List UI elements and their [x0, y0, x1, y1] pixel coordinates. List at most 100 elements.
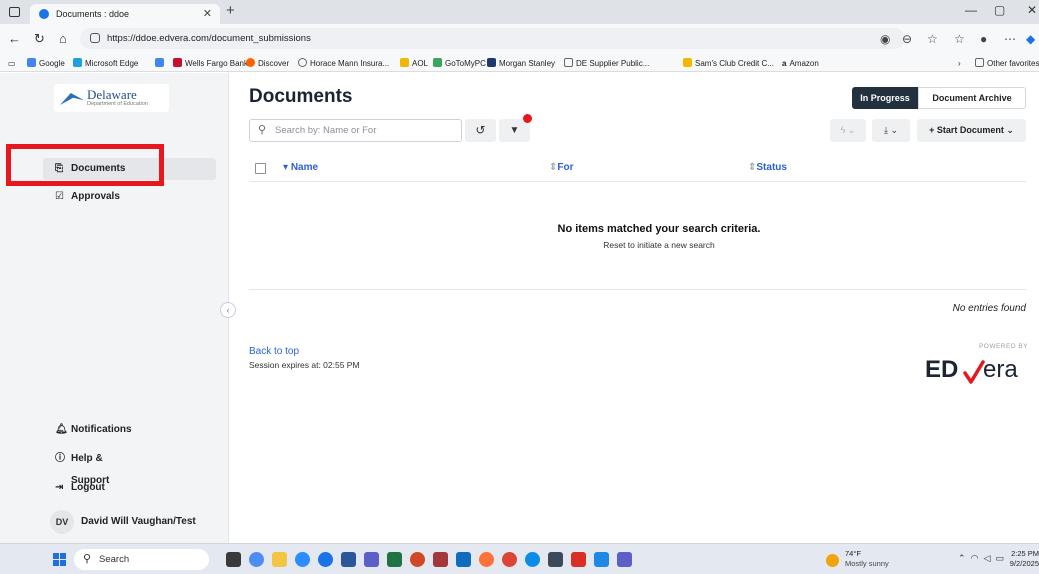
minimize-icon[interactable]: —: [965, 3, 977, 17]
column-header-for[interactable]: ⇕For: [549, 162, 574, 173]
back-icon[interactable]: ←: [8, 31, 21, 46]
profile-icon[interactable]: ●: [980, 32, 987, 46]
favorite-google[interactable]: Google: [27, 56, 65, 71]
document-archive-tab[interactable]: Document Archive: [918, 87, 1026, 109]
favorite-aol[interactable]: AOL: [400, 56, 428, 71]
new-tab-icon[interactable]: +: [226, 2, 235, 19]
copilot-icon[interactable]: ◆: [1026, 32, 1035, 46]
search-icon: ⚲: [83, 553, 92, 565]
file-explorer-icon[interactable]: [272, 552, 287, 567]
favorite-morgan-stanley[interactable]: Morgan Stanley: [487, 56, 555, 71]
acrobat-icon[interactable]: [571, 552, 586, 567]
tab-close-icon[interactable]: ✕: [203, 4, 212, 24]
user-name[interactable]: David Will Vaughan/Test: [81, 510, 196, 534]
powered-by-label: POWERED BY: [978, 343, 1028, 350]
address-url: https://ddoe.edvera.com/document_submiss…: [107, 33, 311, 44]
system-tray[interactable]: ⌃ ◠ ◁ ▭: [958, 553, 1004, 564]
favorite-horace-mann[interactable]: Horace Mann Insura...: [298, 56, 389, 71]
start-document-button[interactable]: + Start Document ⌄: [917, 119, 1026, 142]
edge-active-icon[interactable]: [525, 552, 540, 567]
weather-description[interactable]: Mostly sunny: [845, 559, 889, 568]
taskbar-search[interactable]: ⚲ Search: [74, 549, 209, 570]
firefox-icon[interactable]: [479, 552, 494, 567]
favorite-google-2[interactable]: [155, 56, 167, 71]
select-all-checkbox[interactable]: [255, 163, 266, 174]
camera-icon[interactable]: [548, 552, 563, 567]
access-icon[interactable]: [433, 552, 448, 567]
search-icon: ⚲: [258, 124, 267, 136]
tab-actions-icon[interactable]: [9, 7, 20, 17]
zoom-icon[interactable]: ⊖: [902, 32, 912, 46]
tab-favicon-icon: [39, 9, 49, 19]
favorite-amazon[interactable]: a Amazon: [782, 56, 819, 71]
battery-icon[interactable]: ▭: [995, 553, 1004, 563]
windows-start-icon[interactable]: [53, 553, 67, 567]
other-favorites[interactable]: Other favorites: [975, 56, 1039, 71]
weather-temperature[interactable]: 74°F: [845, 549, 861, 558]
avatar[interactable]: DV: [50, 510, 74, 534]
search-input[interactable]: ⚲ Search by: Name or For: [249, 119, 462, 142]
sort-down-icon: ▾: [283, 162, 291, 173]
browser-tab[interactable]: Documents : ddoe ✕: [30, 4, 220, 24]
chevron-up-icon[interactable]: ⌃: [958, 553, 966, 563]
favorite-wells-fargo[interactable]: Wells Fargo Bank: [173, 56, 248, 71]
favorite-de-supplier[interactable]: DE Supplier Public...: [564, 56, 649, 71]
logout-icon: ⇥: [55, 482, 64, 493]
column-header-status[interactable]: ⇕Status: [748, 162, 787, 173]
volume-icon[interactable]: ◁: [983, 553, 990, 563]
collapse-sidebar-icon[interactable]: ‹: [220, 302, 236, 318]
task-view-icon[interactable]: [226, 552, 241, 567]
address-bar[interactable]: https://ddoe.edvera.com/document_submiss…: [80, 28, 905, 49]
onenote-icon[interactable]: [364, 552, 379, 567]
excel-icon[interactable]: [387, 552, 402, 567]
edge-app-icon[interactable]: [295, 552, 310, 567]
favorite-discover[interactable]: Discover: [246, 56, 289, 71]
plus-icon: +: [929, 125, 937, 135]
chevron-down-icon: ⌄: [1003, 125, 1014, 135]
screen: Documents : ddoe ✕ + — ▢ ✕ ← ↻ ⌂ https:/…: [0, 0, 1039, 574]
lock-icon: [90, 33, 100, 43]
refresh-icon[interactable]: ↻: [34, 31, 45, 47]
home-icon[interactable]: ⌂: [59, 31, 67, 46]
logo-subtitle: Department of Education: [87, 101, 148, 107]
empty-state-subtitle: Reset to initiate a new search: [603, 240, 715, 250]
maximize-icon[interactable]: ▢: [994, 3, 1005, 17]
wifi-icon[interactable]: ◠: [971, 553, 979, 563]
empty-state-title: No items matched your search criteria.: [557, 223, 761, 235]
checkbox-icon: ☑: [55, 191, 64, 202]
delaware-logo-icon: [60, 93, 84, 105]
word-icon[interactable]: [341, 552, 356, 567]
delaware-logo[interactable]: Delaware Department of Education: [54, 84, 169, 112]
in-progress-tab[interactable]: In Progress: [852, 87, 918, 109]
clock-time[interactable]: 2:25 PM: [1005, 549, 1039, 558]
download-icon: ⤓ ⌄: [883, 125, 899, 135]
bell-icon: 🔔︎: [55, 424, 68, 435]
photos-icon[interactable]: [594, 552, 609, 567]
favorite-gotomypc[interactable]: GoToMyPC: [433, 56, 486, 71]
favorite-star-icon[interactable]: ☆: [927, 32, 938, 46]
favorites-collections-icon[interactable]: ▭: [8, 56, 16, 71]
outlook-icon[interactable]: [456, 552, 471, 567]
favorites-icon[interactable]: ☆: [954, 32, 965, 46]
bulk-actions-button[interactable]: ϟ ⌄: [830, 119, 866, 142]
teams-icon[interactable]: [617, 552, 632, 567]
tracking-prevention-icon[interactable]: ◉: [880, 32, 890, 46]
more-options-icon[interactable]: ⋯: [1004, 32, 1016, 46]
favorite-sams-club[interactable]: Sam's Club Credit C...: [683, 56, 774, 71]
help-app-icon[interactable]: [318, 552, 333, 567]
clock-date[interactable]: 9/2/2025: [1005, 559, 1039, 568]
download-button[interactable]: ⤓ ⌄: [872, 119, 910, 142]
chrome-icon[interactable]: [502, 552, 517, 567]
favorites-overflow-icon[interactable]: ›: [958, 56, 961, 71]
browser-toolbar: ← ↻ ⌂ https://ddoe.edvera.com/document_s…: [0, 24, 1039, 55]
column-header-name[interactable]: ▾ Name: [283, 162, 318, 173]
close-window-icon[interactable]: ✕: [1027, 3, 1037, 17]
reset-search-button[interactable]: ↺: [465, 119, 496, 142]
weather-icon[interactable]: [826, 554, 839, 567]
powerpoint-icon[interactable]: [410, 552, 425, 567]
back-to-top-link[interactable]: Back to top: [249, 346, 299, 357]
filter-active-badge: [523, 114, 532, 123]
favorite-microsoft-edge[interactable]: Microsoft Edge: [73, 56, 138, 71]
copilot-app-icon[interactable]: [249, 552, 264, 567]
page-title: Documents: [249, 86, 353, 107]
